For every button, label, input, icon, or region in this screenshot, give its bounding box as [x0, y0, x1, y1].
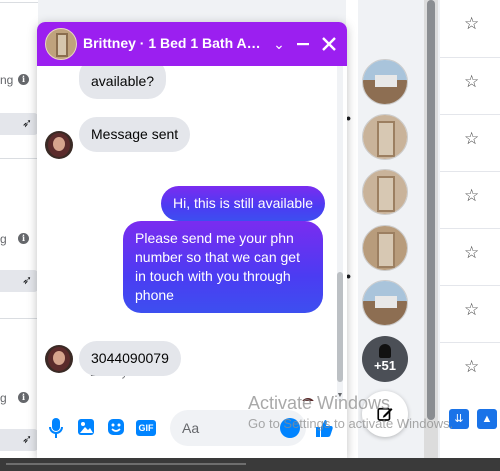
- rocket-icon[interactable]: ➶: [22, 273, 32, 287]
- message-scrollbar-thumb[interactable]: [337, 272, 343, 382]
- star-icon[interactable]: ☆: [464, 186, 479, 206]
- windows-watermark-title: Activate Windows: [248, 393, 391, 413]
- boost-bar[interactable]: [0, 429, 38, 451]
- chat-title[interactable]: Brittney · 1 Bed 1 Bath Apa...: [83, 35, 263, 51]
- person-icon: [379, 344, 391, 358]
- contact-avatar[interactable]: [45, 131, 73, 159]
- info-icon[interactable]: i: [18, 392, 29, 403]
- star-icon[interactable]: ☆: [464, 243, 479, 263]
- minimize-icon[interactable]: [291, 32, 315, 56]
- star-icon[interactable]: ☆: [464, 14, 479, 34]
- background-feed-edge: [346, 0, 358, 458]
- chat-head[interactable]: [362, 169, 408, 215]
- chat-header[interactable]: Brittney · 1 Bed 1 Bath Apa... ⌄: [37, 22, 347, 66]
- microphone-icon[interactable]: [44, 418, 68, 442]
- message-list[interactable]: available? Message sent 3:49 PM Hi, this…: [37, 66, 347, 401]
- page-scrollbar-thumb[interactable]: [427, 0, 435, 420]
- background-card-text: g: [0, 232, 7, 246]
- gif-label: GIF: [136, 420, 156, 436]
- message-scrollbar[interactable]: ▼: [335, 66, 345, 401]
- star-icon[interactable]: ☆: [464, 300, 479, 320]
- incoming-message[interactable]: available?: [79, 66, 167, 99]
- windows-watermark-subtitle: Go to Settings to activate Windows.: [248, 416, 454, 431]
- outgoing-message[interactable]: Hi, this is still available: [161, 186, 326, 221]
- chat-head[interactable]: [362, 59, 408, 105]
- background-card-text: ng: [0, 73, 14, 87]
- rocket-icon[interactable]: ➶: [22, 116, 32, 130]
- background-card-text: g: [0, 391, 7, 405]
- background-card: g i ➶: [0, 158, 38, 308]
- rocket-icon[interactable]: ➶: [22, 432, 32, 446]
- star-icon[interactable]: ☆: [464, 72, 479, 92]
- info-icon[interactable]: i: [18, 74, 29, 85]
- star-icon[interactable]: ☆: [464, 129, 479, 149]
- info-icon[interactable]: i: [18, 233, 29, 244]
- close-icon[interactable]: [317, 32, 341, 56]
- favorite-row: ☆: [440, 171, 500, 228]
- favorite-row: ☆: [440, 285, 500, 342]
- incoming-message[interactable]: Message sent: [79, 117, 191, 152]
- photo-icon[interactable]: [74, 418, 98, 442]
- chat-head[interactable]: [362, 280, 408, 326]
- favorite-row: ☆: [440, 57, 500, 114]
- favorite-row: ☆: [440, 342, 500, 399]
- gif-icon[interactable]: GIF: [134, 418, 158, 442]
- more-chats-button[interactable]: +51: [362, 336, 408, 382]
- taskbar: [0, 458, 500, 471]
- chat-head[interactable]: [362, 114, 408, 160]
- background-card: g i ➶: [0, 318, 38, 458]
- boost-bar[interactable]: [0, 113, 38, 135]
- favorites-column: ☆ ☆ ☆ ☆ ☆ ☆ ☆: [440, 0, 500, 458]
- chat-head[interactable]: [362, 225, 408, 271]
- boost-bar[interactable]: [0, 270, 38, 292]
- sticker-icon[interactable]: [104, 418, 128, 442]
- favorite-row: ☆: [440, 228, 500, 285]
- incoming-message[interactable]: 3044090079: [79, 341, 181, 376]
- background-card: ng i ➶: [0, 2, 38, 150]
- message-input-placeholder: Aa: [182, 420, 200, 436]
- contact-avatar[interactable]: [45, 28, 77, 60]
- favorite-row: ☆: [440, 0, 500, 57]
- contact-avatar[interactable]: [45, 345, 73, 373]
- favorite-row: ☆: [440, 114, 500, 171]
- chevron-down-icon[interactable]: ⌄: [267, 32, 291, 56]
- star-icon[interactable]: ☆: [464, 357, 479, 377]
- scroll-up-button[interactable]: ▲: [477, 409, 497, 429]
- more-chats-count: +51: [373, 358, 397, 373]
- outgoing-message[interactable]: Please send me your phn number so that w…: [123, 221, 323, 313]
